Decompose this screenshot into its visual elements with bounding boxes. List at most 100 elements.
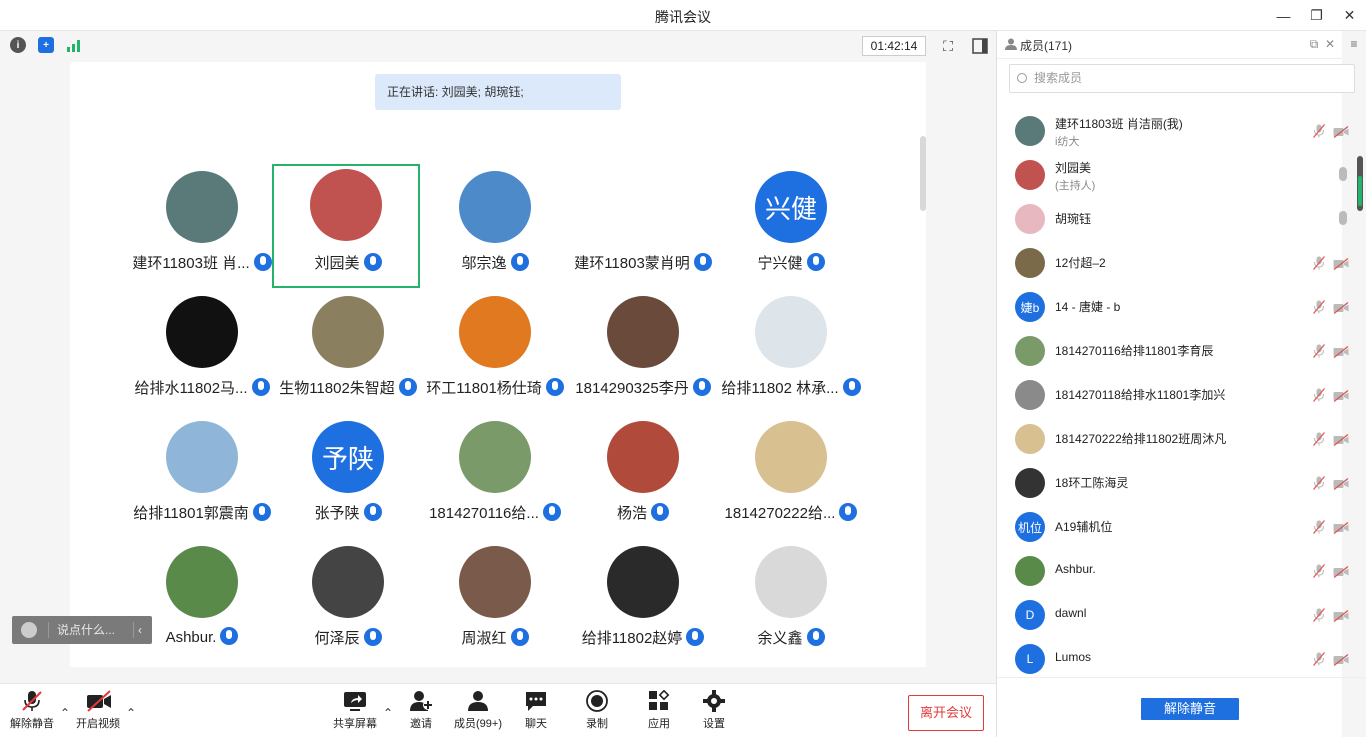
mic-off-icon[interactable] xyxy=(1313,564,1325,578)
chevron-left-icon[interactable]: ‹ xyxy=(138,616,142,644)
participant-tile[interactable]: 给排11802赵婷 xyxy=(569,541,717,665)
panel-toggle-icon[interactable] xyxy=(970,36,990,56)
participant-tile[interactable]: 余义鑫 xyxy=(717,541,865,665)
mic-off-icon[interactable] xyxy=(1313,608,1325,622)
share-screen-icon xyxy=(343,690,367,712)
participant-tile[interactable]: 1814270222给... xyxy=(717,416,865,540)
camera-off-icon[interactable] xyxy=(1333,433,1349,447)
signal-icon[interactable] xyxy=(66,37,82,53)
member-row[interactable]: 1814270116给排11801李育辰 xyxy=(997,329,1352,373)
apps-grid-icon xyxy=(647,689,671,712)
participant-tile[interactable]: 建环11803蒙肖明 xyxy=(569,166,717,290)
participant-tile[interactable]: 杨浩 xyxy=(569,416,717,540)
participant-avatar xyxy=(607,421,679,493)
participant-tile[interactable]: 周淑红 xyxy=(421,541,569,665)
menu-icon[interactable]: ≡ xyxy=(1347,37,1361,51)
minimize-icon[interactable]: — xyxy=(1267,0,1300,31)
mic-off-icon[interactable] xyxy=(1313,476,1325,490)
member-avatar xyxy=(1015,116,1045,146)
mic-off-icon[interactable] xyxy=(1313,124,1325,138)
camera-off-icon[interactable] xyxy=(1333,257,1349,271)
participant-tile[interactable]: Ashbur. xyxy=(128,541,276,665)
unmute-all-button[interactable]: 解除静音 xyxy=(1141,698,1239,720)
participant-tile[interactable]: 环工11801杨仕琦 xyxy=(421,291,569,415)
chat-quick-input[interactable]: 说点什么... ‹ xyxy=(12,616,152,644)
participant-tile[interactable]: 邬宗逸 xyxy=(421,166,569,290)
participant-tile[interactable]: 给排水11802马... xyxy=(128,291,276,415)
member-row[interactable]: 18环工陈海灵 xyxy=(997,461,1352,505)
camera-off-icon[interactable] xyxy=(1333,301,1349,315)
member-avatar xyxy=(1015,248,1045,278)
camera-off-icon[interactable] xyxy=(1333,521,1349,535)
participant-name: 宁兴健 xyxy=(757,255,803,272)
mic-off-icon[interactable] xyxy=(1313,300,1325,314)
member-list-scrollbar[interactable] xyxy=(1357,156,1363,211)
member-avatar xyxy=(1015,336,1045,366)
mic-off-icon[interactable] xyxy=(1313,432,1325,446)
invite-label: 邀请 xyxy=(410,718,432,730)
member-row[interactable]: 1814270222给排11802班周沐凡 xyxy=(997,417,1352,461)
mic-off-icon[interactable] xyxy=(1313,388,1325,402)
participant-tile[interactable]: 建环11803班 肖... xyxy=(128,166,276,290)
camera-off-icon[interactable] xyxy=(1333,125,1349,139)
start-video-label: 开启视频 xyxy=(76,718,120,730)
camera-off-icon[interactable] xyxy=(1333,565,1349,579)
camera-off-icon[interactable] xyxy=(1333,653,1349,667)
emoji-icon[interactable] xyxy=(21,622,37,638)
member-row[interactable]: 建环11803班 肖洁丽(我) i纺大 xyxy=(997,109,1352,153)
close-panel-icon[interactable]: ✕ xyxy=(1321,35,1339,53)
close-icon[interactable]: ✕ xyxy=(1333,0,1366,31)
mic-off-icon[interactable] xyxy=(1313,344,1325,358)
unmute-button[interactable]: 解除静音 xyxy=(2,690,62,734)
mic-on-icon[interactable] xyxy=(1339,167,1347,181)
record-button[interactable]: 录制 xyxy=(567,690,627,734)
participant-tile[interactable]: 1814270116给... xyxy=(421,416,569,540)
leave-meeting-button[interactable]: 离开会议 xyxy=(908,695,984,731)
camera-off-icon[interactable] xyxy=(1333,477,1349,491)
restore-icon[interactable]: ❐ xyxy=(1300,0,1333,31)
mic-off-icon[interactable] xyxy=(1313,520,1325,534)
participant-tile[interactable]: 刘园美 xyxy=(272,164,420,288)
chat-label: 聊天 xyxy=(525,718,547,730)
security-shield-icon[interactable]: + xyxy=(38,37,54,53)
fullscreen-icon[interactable]: ⛶ xyxy=(938,36,958,56)
camera-off-icon[interactable] xyxy=(1333,345,1349,359)
mic-on-icon[interactable] xyxy=(1339,211,1347,225)
member-row[interactable]: 机位 A19辅机位 xyxy=(997,505,1352,549)
member-row[interactable]: Ddawnl xyxy=(997,593,1352,637)
apps-button[interactable]: 应用 xyxy=(629,689,689,734)
participant-tile[interactable]: 给排11801郭震南 xyxy=(128,416,276,540)
members-button[interactable]: 成员(99+) xyxy=(448,690,508,734)
camera-off-icon[interactable] xyxy=(1333,389,1349,403)
participant-tile[interactable]: 兴健 宁兴健 xyxy=(717,166,865,290)
invite-button[interactable]: 邀请 xyxy=(391,690,451,734)
start-video-button[interactable]: 开启视频 xyxy=(68,690,128,734)
member-row[interactable]: 胡琬钰 xyxy=(997,197,1352,241)
mic-off-icon[interactable] xyxy=(1313,652,1325,666)
member-row[interactable]: 1814270118给排水11801李加兴 xyxy=(997,373,1352,417)
info-icon[interactable]: i xyxy=(10,37,26,53)
participant-tile[interactable]: 给排11802 林承... xyxy=(717,291,865,415)
member-row[interactable]: Ashbur. xyxy=(997,549,1352,593)
participant-avatar xyxy=(607,546,679,618)
participant-tile[interactable]: 1814290325李丹 xyxy=(569,291,717,415)
member-row[interactable]: 12付超–2 xyxy=(997,241,1352,285)
share-screen-button[interactable]: 共享屏幕 xyxy=(325,690,385,734)
grid-scrollbar[interactable] xyxy=(920,136,926,211)
member-search-input[interactable]: 搜索成员 xyxy=(1009,64,1355,93)
participant-name-row: 建环11803蒙肖明 xyxy=(559,252,727,273)
video-options-chevron-icon[interactable]: ⌃ xyxy=(126,706,136,720)
member-row[interactable]: 婕b 14 - 唐婕 - b xyxy=(997,285,1352,329)
participant-tile[interactable]: 生物11802朱智超 xyxy=(274,291,422,415)
settings-button[interactable]: 设置 xyxy=(684,690,744,734)
chat-button[interactable]: 聊天 xyxy=(506,690,566,734)
divider xyxy=(997,677,1366,678)
member-row[interactable]: 刘园美 (主持人) xyxy=(997,153,1352,197)
participant-tile[interactable]: 予陕 张予陕 xyxy=(274,416,422,540)
member-name: dawnl xyxy=(1055,606,1087,620)
participant-tile[interactable]: 何泽辰 xyxy=(274,541,422,665)
member-row[interactable]: L Lumos xyxy=(997,637,1352,676)
mic-off-icon[interactable] xyxy=(1313,256,1325,270)
camera-off-icon[interactable] xyxy=(1333,609,1349,623)
participant-name-row: 邬宗逸 xyxy=(411,252,579,273)
